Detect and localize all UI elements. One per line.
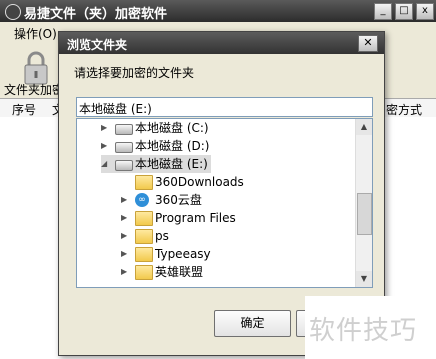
app-titlebar: 易捷文件（夹）加密软件 _ □ x (0, 0, 436, 22)
watermark-text: 软件技巧 (309, 316, 418, 346)
expand-arrow-icon[interactable]: ▶ (101, 119, 111, 137)
tree-scrollbar[interactable]: ▲ ▼ (355, 119, 372, 287)
scroll-down-icon[interactable]: ▼ (356, 271, 372, 287)
watermark: 软件技巧 (305, 296, 436, 359)
tree-item-label: 本地磁盘 (C:) (135, 121, 209, 135)
folder-icon (135, 229, 153, 244)
tree-item[interactable]: ▶ ∞ 360云盘 (121, 191, 301, 209)
scroll-up-icon[interactable]: ▲ (356, 119, 372, 135)
tree-item[interactable]: ▶ Typeeasy (121, 245, 301, 263)
tree-item-label: 本地磁盘 (E:) (135, 157, 208, 171)
drive-icon (115, 142, 133, 153)
close-button[interactable]: x (416, 3, 434, 20)
drive-icon (115, 160, 133, 171)
tree-item-label: 360Downloads (155, 175, 244, 189)
expand-arrow-icon[interactable]: ▶ (121, 263, 131, 281)
drive-icon (115, 124, 133, 135)
dialog-close-button[interactable]: ✕ (358, 35, 378, 52)
tree-item-label: 360云盘 (155, 193, 202, 207)
folder-icon (135, 211, 153, 226)
tree-item[interactable]: ▶ ps (121, 227, 301, 245)
column-index[interactable]: 序号 (12, 101, 36, 118)
folder-path-field[interactable]: 本地磁盘 (E:) (76, 97, 373, 117)
tree-item-label: Typeeasy (155, 247, 211, 261)
tree-item[interactable]: ▶ 本地磁盘 (C:) (101, 119, 281, 137)
dialog-title: 浏览文件夹 (67, 38, 128, 52)
folder-tree[interactable]: ▶ 本地磁盘 (C:) ▶ 本地磁盘 (D:) ◢ 本地磁盘 (E:) 360Downloa… (76, 118, 373, 288)
tree-item-label: 本地磁盘 (D:) (135, 139, 210, 153)
expand-arrow-icon[interactable]: ▶ (101, 137, 111, 155)
app-title: 易捷文件（夹）加密软件 (24, 7, 168, 22)
collapse-arrow-icon[interactable]: ◢ (101, 155, 111, 173)
tree-item[interactable]: ▶ 本地磁盘 (D:) (101, 137, 281, 155)
folder-icon (135, 175, 153, 190)
tree-item[interactable]: ▶ Program Files (121, 209, 301, 227)
maximize-button[interactable]: □ (395, 3, 413, 20)
folder-icon (135, 247, 153, 262)
tree-item-label: 英雄联盟 (155, 265, 204, 279)
tree-item[interactable]: ▶ 英雄联盟 (121, 263, 301, 281)
folder-icon (135, 265, 153, 280)
dialog-titlebar: 浏览文件夹 ✕ (59, 32, 384, 54)
tree-item-label: Program Files (155, 211, 236, 225)
minimize-button[interactable]: _ (374, 3, 392, 20)
menu-operation[interactable]: 操作(O) (14, 25, 57, 42)
ok-button[interactable]: 确定 (214, 310, 291, 337)
expand-arrow-icon[interactable]: ▶ (121, 191, 131, 209)
lock-app-icon (5, 4, 21, 20)
tree-item[interactable]: ◢ 本地磁盘 (E:) (101, 155, 211, 173)
cloud-icon: ∞ (135, 193, 149, 207)
folder-path-value: 本地磁盘 (E:) (79, 102, 152, 116)
encrypt-folder-button[interactable]: 文件夹加密 (4, 81, 64, 98)
expand-arrow-icon[interactable]: ▶ (121, 209, 131, 227)
expand-arrow-icon[interactable]: ▶ (121, 245, 131, 263)
dialog-prompt: 请选择要加密的文件夹 (74, 66, 195, 80)
tree-item-label: ps (155, 229, 169, 243)
tree-item[interactable]: 360Downloads (121, 173, 301, 191)
scroll-thumb[interactable] (357, 193, 372, 235)
column-method[interactable]: 密方式 (386, 101, 422, 118)
expand-arrow-icon[interactable]: ▶ (121, 227, 131, 245)
